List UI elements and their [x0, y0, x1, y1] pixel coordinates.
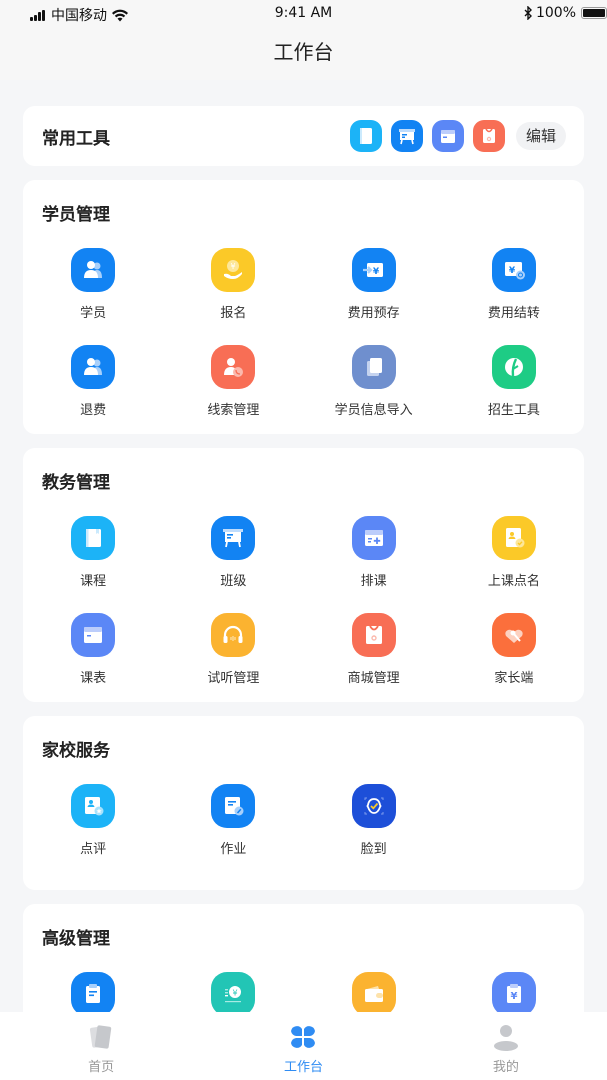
svg-text:¥: ¥ — [233, 989, 238, 998]
mall-bag-icon[interactable] — [472, 120, 505, 152]
tab-label: 工作台 — [283, 1060, 323, 1075]
homework-icon — [211, 784, 256, 828]
arrange-course-icon — [351, 516, 396, 560]
face-checkin-icon — [351, 784, 396, 828]
tool-label: 线索管理 — [207, 403, 260, 418]
course-icon — [71, 516, 116, 560]
tool-label: 商城管理 — [347, 671, 400, 686]
tool-label: 课程 — [80, 574, 107, 589]
tool-label: 费用结转 — [487, 306, 540, 321]
parent-app-icon — [491, 613, 536, 657]
tool-review[interactable]: 点评 — [23, 784, 163, 866]
tool-label: 招生工具 — [487, 403, 540, 418]
students-icon — [71, 248, 116, 292]
section-title: 高级管理 — [42, 929, 110, 949]
mall-icon — [351, 613, 396, 657]
edit-button[interactable]: 编辑 — [515, 122, 566, 150]
tool-label: 班级 — [220, 574, 247, 589]
workbench-grid-icon — [291, 1026, 316, 1048]
enroll-icon: ¥ — [211, 248, 256, 292]
tool-label: 家长端 — [494, 671, 534, 686]
section-student-management: 学员管理 学员 ¥ 报名 ¥ 费用预存 ¥ 费用结转 退费 线索管理 学员信息导… — [23, 180, 584, 434]
tool-refund[interactable]: 退费 — [23, 345, 163, 427]
svg-text:¥: ¥ — [510, 991, 517, 1002]
tool-label: 上课点名 — [487, 574, 540, 589]
schedule-calendar-icon[interactable] — [431, 120, 464, 152]
tool-label: 试听管理 — [207, 671, 260, 686]
profile-icon — [493, 1025, 518, 1051]
tool-label: 报名 — [220, 306, 247, 321]
roll-call-icon — [491, 516, 536, 560]
wallet-icon — [351, 972, 396, 1016]
tool-fee-deposit[interactable]: ¥ 费用预存 — [304, 248, 444, 330]
class-board-icon[interactable] — [390, 120, 423, 152]
svg-text:¥: ¥ — [509, 266, 516, 276]
tab-label: 我的 — [492, 1060, 519, 1075]
tool-roll-call[interactable]: 上课点名 — [444, 516, 584, 598]
tab-home[interactable]: 首页 — [0, 1012, 202, 1080]
class-icon — [211, 516, 256, 560]
tool-enroll[interactable]: ¥ 报名 — [163, 248, 303, 330]
home-cards-icon — [90, 1025, 112, 1049]
tab-label: 首页 — [88, 1060, 115, 1075]
tool-label: 学员信息导入 — [334, 403, 413, 418]
section-academic-management: 教务管理 课程 班级 排课 上课点名 课表 试听管理 商城管理 家长端 — [23, 448, 584, 702]
tool-label: 费用预存 — [347, 306, 400, 321]
tool-label: 退费 — [80, 403, 107, 418]
fee-transfer-icon: ¥ — [491, 248, 536, 292]
svg-text:¥: ¥ — [372, 267, 379, 277]
finance-icon: ¥ — [211, 972, 256, 1016]
quick-tools-card: 常用工具 编辑 — [23, 106, 584, 166]
tool-fee-transfer[interactable]: ¥ 费用结转 — [444, 248, 584, 330]
tool-label: 点评 — [80, 842, 107, 857]
section-title: 家校服务 — [42, 741, 110, 761]
tool-label: 作业 — [220, 842, 247, 857]
tab-bar: 首页 工作台 我的 — [0, 1012, 607, 1080]
recruit-tool-icon — [491, 345, 536, 389]
quick-tools-title: 常用工具 — [42, 129, 110, 149]
tool-face-checkin[interactable]: 脸到 — [304, 784, 444, 866]
tool-label: 学员 — [80, 306, 107, 321]
tab-workbench[interactable]: 工作台 — [202, 1012, 404, 1080]
tool-arrange-course[interactable]: 排课 — [304, 516, 444, 598]
battery-percent: 100% — [535, 5, 576, 21]
tool-import[interactable]: 学员信息导入 — [304, 345, 444, 427]
tool-timetable[interactable]: 课表 — [23, 613, 163, 695]
refund-icon — [71, 345, 116, 389]
tool-recruit[interactable]: 招生工具 — [444, 345, 584, 427]
nav-bar: 工作台 — [0, 28, 607, 80]
bluetooth-icon — [524, 6, 532, 20]
tool-parent-app[interactable]: 家长端 — [444, 613, 584, 695]
trial-headphones-icon — [211, 613, 256, 657]
battery-icon — [581, 7, 607, 19]
svg-text:¥: ¥ — [231, 262, 236, 271]
status-bar: 中国移动 9:41 AM 100% — [0, 0, 607, 28]
bill-icon: ¥ — [491, 972, 536, 1016]
quick-tools-list: 编辑 — [349, 120, 566, 152]
tool-course[interactable]: 课程 — [23, 516, 163, 598]
review-icon — [71, 784, 116, 828]
tool-leads[interactable]: 线索管理 — [163, 345, 303, 427]
tool-label: 脸到 — [360, 842, 387, 857]
fee-deposit-icon: ¥ — [351, 248, 396, 292]
section-title: 学员管理 — [42, 205, 110, 225]
tool-trial[interactable]: 试听管理 — [163, 613, 303, 695]
course-book-icon[interactable] — [349, 120, 382, 152]
import-icon — [351, 345, 396, 389]
section-home-school-service: 家校服务 点评 作业 脸到 — [23, 716, 584, 890]
tab-profile[interactable]: 我的 — [405, 1012, 607, 1080]
status-time: 9:41 AM — [274, 5, 333, 21]
timetable-icon — [71, 613, 116, 657]
clipboard-icon — [71, 972, 116, 1016]
section-title: 教务管理 — [42, 473, 110, 493]
tool-mall[interactable]: 商城管理 — [304, 613, 444, 695]
tool-label: 排课 — [360, 574, 387, 589]
tool-students[interactable]: 学员 — [23, 248, 163, 330]
tool-label: 课表 — [80, 671, 107, 686]
page-title: 工作台 — [273, 40, 334, 64]
leads-icon — [211, 345, 256, 389]
tool-class[interactable]: 班级 — [163, 516, 303, 598]
tool-homework[interactable]: 作业 — [163, 784, 303, 866]
